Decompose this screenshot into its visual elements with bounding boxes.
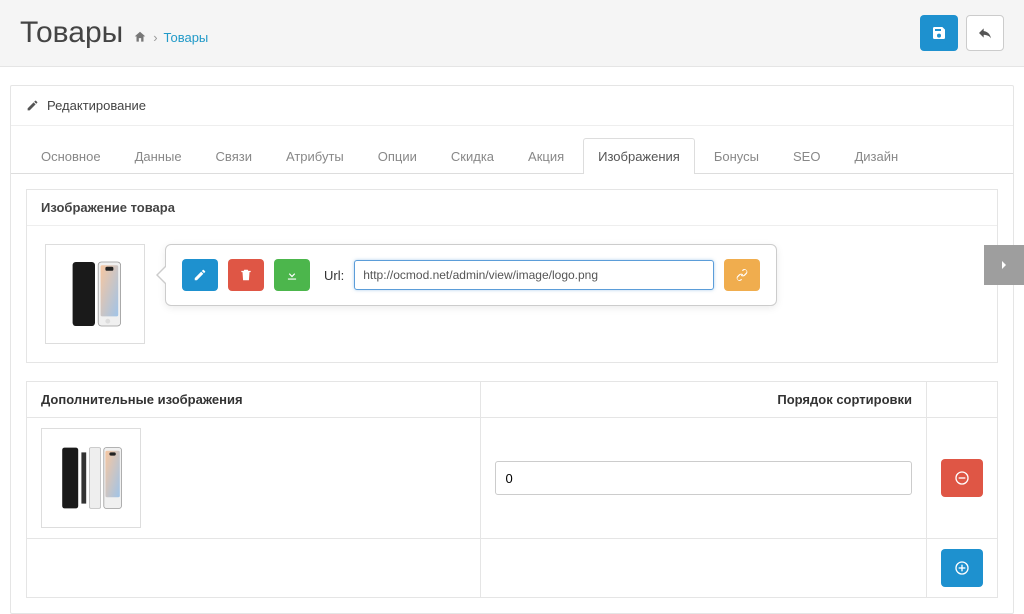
additional-images-table: Дополнительные изображения Порядок сорти… [26, 381, 998, 598]
tab-discount[interactable]: Скидка [436, 138, 509, 174]
chevron-right-icon [998, 256, 1010, 274]
table-row-add [27, 539, 998, 598]
col-sort: Порядок сортировки [480, 382, 927, 418]
trash-icon [239, 268, 253, 282]
remove-row-button[interactable] [941, 459, 983, 497]
tab-image[interactable]: Изображения [583, 138, 695, 174]
tab-general[interactable]: Основное [26, 138, 116, 174]
tab-links[interactable]: Связи [201, 138, 267, 174]
col-images: Дополнительные изображения [27, 382, 481, 418]
url-label: Url: [324, 268, 344, 283]
cell-remove [927, 418, 998, 539]
table-row [27, 418, 998, 539]
col-actions [927, 382, 998, 418]
page-header: Товары › Товары [0, 0, 1024, 67]
main-image-heading: Изображение товара [27, 190, 997, 226]
home-icon[interactable] [133, 30, 147, 44]
link-button[interactable] [724, 259, 760, 291]
tab-design[interactable]: Дизайн [839, 138, 913, 174]
download-image-button[interactable] [274, 259, 310, 291]
cell-sort [480, 418, 927, 539]
sort-order-input[interactable] [495, 461, 913, 495]
plus-circle-icon [954, 560, 970, 576]
reply-icon [977, 25, 993, 41]
tab-option[interactable]: Опции [363, 138, 432, 174]
page-title: Товары [20, 16, 123, 50]
cell-empty [480, 539, 927, 598]
pencil-icon [193, 268, 207, 282]
panel-heading-text: Редактирование [47, 98, 146, 113]
tab-seo[interactable]: SEO [778, 138, 835, 174]
panel-heading: Редактирование [11, 86, 1013, 126]
link-icon [735, 268, 749, 282]
product-image-icon [55, 254, 135, 334]
pencil-icon [26, 99, 39, 112]
download-icon [285, 268, 299, 282]
header-actions [920, 15, 1004, 51]
main-image-panel: Изображение товара [26, 189, 998, 363]
tab-content: Изображение товара [11, 174, 1013, 613]
side-panel-toggle[interactable] [984, 245, 1024, 285]
tab-special[interactable]: Акция [513, 138, 579, 174]
save-button[interactable] [920, 15, 958, 51]
edit-panel: Редактирование Основное Данные Связи Атр… [10, 85, 1014, 614]
back-button[interactable] [966, 15, 1004, 51]
main-image-thumb[interactable] [45, 244, 145, 344]
save-icon [931, 25, 947, 41]
tab-attribute[interactable]: Атрибуты [271, 138, 359, 174]
edit-image-button[interactable] [182, 259, 218, 291]
tabs: Основное Данные Связи Атрибуты Опции Ски… [11, 126, 1013, 174]
tab-data[interactable]: Данные [120, 138, 197, 174]
tab-reward[interactable]: Бонусы [699, 138, 774, 174]
breadcrumb-link-products[interactable]: Товары [164, 30, 209, 45]
image-popover: Url: [165, 244, 777, 306]
header-left: Товары › Товары [20, 16, 208, 50]
cell-add [927, 539, 998, 598]
additional-image-thumb[interactable] [41, 428, 141, 528]
main-image-row: Url: [27, 226, 997, 362]
url-input[interactable] [354, 260, 714, 290]
add-row-button[interactable] [941, 549, 983, 587]
breadcrumb: › Товары [133, 30, 208, 45]
delete-image-button[interactable] [228, 259, 264, 291]
cell-empty [27, 539, 481, 598]
breadcrumb-separator: › [153, 30, 157, 45]
product-image-icon [51, 438, 131, 518]
minus-circle-icon [954, 470, 970, 486]
cell-thumb [27, 418, 481, 539]
